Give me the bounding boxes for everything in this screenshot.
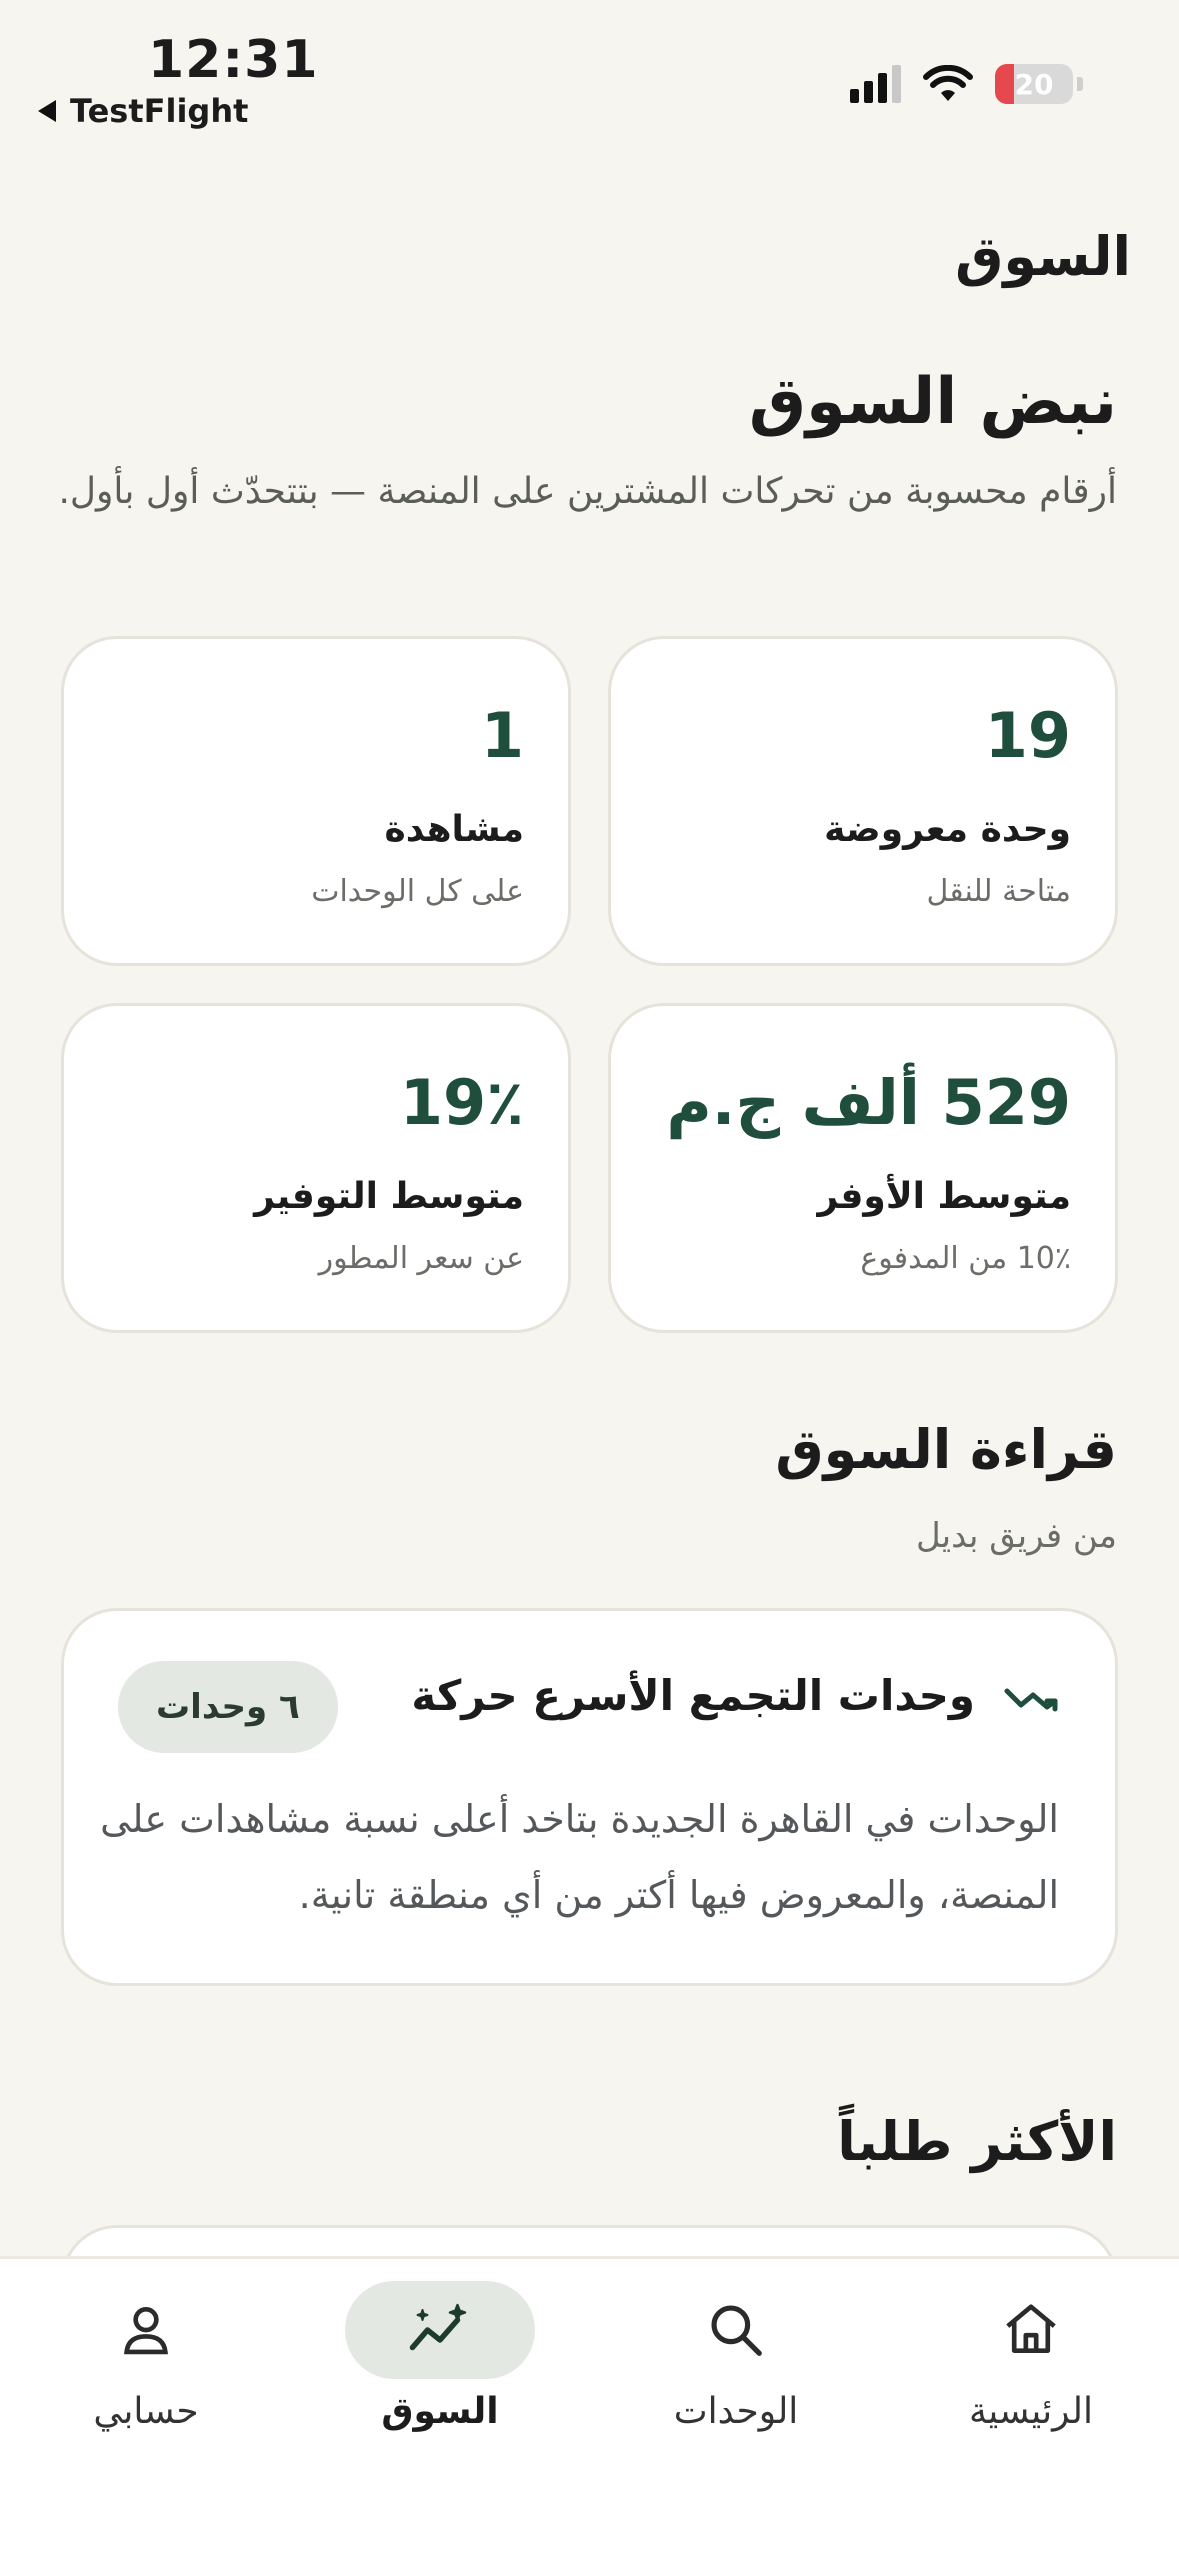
stat-label: مشاهدة: [384, 809, 524, 850]
stat-value: 19٪: [399, 1066, 524, 1139]
stat-label: وحدة معروضة: [824, 809, 1071, 850]
nav-label: الوحدات: [673, 2391, 799, 2432]
stat-sub: عن سعر المطور: [318, 1241, 524, 1276]
pulse-title: نبض السوق: [748, 365, 1117, 439]
stat-sub: 10٪ من المدفوع: [860, 1241, 1071, 1276]
stat-card-views: 1 مشاهدة على كل الوحدات: [61, 636, 571, 966]
most-demanded-title: الأكثر طلباً: [837, 2110, 1117, 2173]
insight-title: وحدات التجمع الأسرع حركة: [411, 1671, 975, 1720]
market-read-title: قراءة السوق: [775, 1418, 1117, 1481]
nav-item-market[interactable]: السوق: [320, 2259, 560, 2459]
nav-item-account[interactable]: حسابي: [26, 2259, 266, 2459]
stat-value: 529 ألف ج.م: [666, 1066, 1071, 1139]
nav-label: السوق: [381, 2391, 499, 2432]
back-to-testflight[interactable]: TestFlight: [38, 92, 248, 130]
user-icon: [124, 2307, 168, 2355]
stat-card-listed-units: 19 وحدة معروضة متاحة للنقل: [608, 636, 1118, 966]
pulse-description: أرقام محسوبة من تحركات المشترين على المن…: [58, 471, 1117, 512]
market-read-subtitle: من فريق بديل: [915, 1516, 1117, 1556]
stat-sub: متاحة للنقل: [926, 874, 1071, 909]
insight-body: الوحدات في القاهرة الجديدة بتاخد أعلى نس…: [100, 1797, 1059, 1917]
market-screen: 12:31 TestFlight 20 السوق نبض السوق أرقا…: [0, 0, 1179, 2556]
nav-item-home[interactable]: الرئيسية: [911, 2259, 1151, 2459]
stat-value: 19: [984, 699, 1071, 772]
stat-card-avg-overage: 529 ألف ج.م متوسط الأوفر 10٪ من المدفوع: [608, 1003, 1118, 1333]
page-title: السوق: [955, 225, 1131, 288]
status-icons: 20: [850, 64, 1083, 104]
battery-icon: 20: [995, 64, 1073, 104]
stat-sub: على كل الوحدات: [311, 874, 524, 909]
bottom-nav: الرئيسية الوحدات السوق حسابي: [0, 2256, 1179, 2556]
wifi-icon: [923, 65, 973, 101]
nav-label: الرئيسية: [969, 2391, 1093, 2432]
trending-icon: [1004, 1688, 1058, 1712]
stat-value: 1: [480, 699, 524, 772]
home-icon: [1006, 2304, 1056, 2353]
nav-label: حسابي: [93, 2391, 199, 2432]
stat-label: متوسط التوفير: [254, 1176, 524, 1217]
stat-card-avg-savings: 19٪ متوسط التوفير عن سعر المطور: [61, 1003, 571, 1333]
status-time: 12:31: [148, 30, 319, 90]
insight-card[interactable]: وحدات التجمع الأسرع حركة ٦ وحدات الوحدات…: [61, 1608, 1118, 1986]
market-trend-icon: [409, 2303, 467, 2351]
cellular-signal-icon: [850, 65, 901, 103]
stat-label: متوسط الأوفر: [817, 1176, 1071, 1217]
search-icon: [711, 2305, 762, 2356]
nav-item-units[interactable]: الوحدات: [616, 2259, 856, 2459]
units-count-badge: ٦ وحدات: [118, 1661, 338, 1753]
back-label: TestFlight: [70, 92, 249, 130]
back-arrow-icon: [38, 100, 56, 122]
battery-level: 20: [1014, 67, 1054, 101]
